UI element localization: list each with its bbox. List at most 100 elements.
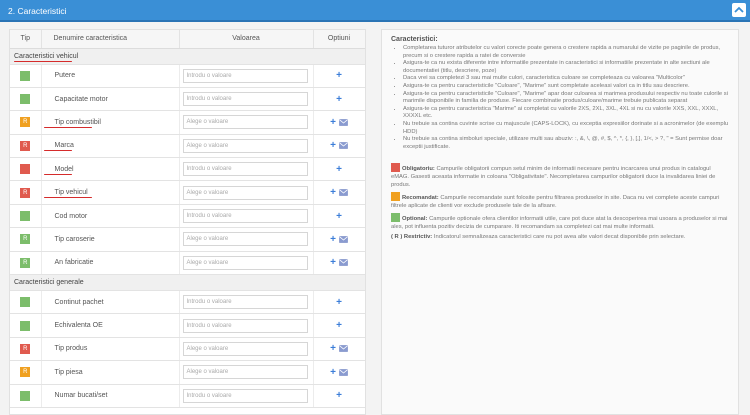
optional-swatch — [391, 213, 400, 223]
plus-icon[interactable]: + — [336, 297, 342, 308]
section-header: 2. Caracteristici — [0, 0, 750, 22]
type-badge — [20, 390, 31, 401]
value-cell: Introdu o valoare — [179, 384, 314, 408]
info-bullet: Nu trebuie sa contina simboluri speciale… — [403, 136, 729, 151]
value-input[interactable]: Alege o valoare — [182, 185, 308, 200]
characteristic-name: Numar bucati/set — [41, 384, 180, 408]
options-cell: + — [313, 110, 365, 135]
value-cell: Introdu o valoare — [179, 313, 314, 338]
value-input[interactable]: Introdu o valoare — [182, 295, 308, 310]
chevron-up-icon — [734, 6, 744, 13]
characteristic-name: Putere — [41, 64, 180, 88]
plus-icon[interactable]: + — [330, 140, 336, 151]
options-cell: + — [313, 360, 365, 385]
plus-icon[interactable]: + — [330, 117, 336, 128]
plus-icon[interactable]: + — [336, 320, 342, 331]
type-badge — [20, 70, 31, 81]
info-title: Caracteristici: — [391, 36, 438, 43]
table-row: Putere Introdu o valoare + — [10, 64, 365, 88]
section-title: Caracteristici generale — [10, 274, 365, 292]
legend: Obligatoriu: Campurile obligatorii compu… — [391, 163, 729, 242]
type-badge — [20, 94, 31, 105]
value-input[interactable]: Alege o valoare — [182, 255, 308, 270]
plus-icon[interactable]: + — [336, 211, 342, 222]
table-row: R Marca Alege o valoare + — [10, 134, 365, 159]
section-row: Caracteristici generale — [10, 274, 365, 292]
options-cell: + — [313, 337, 365, 362]
type-badge — [20, 164, 31, 175]
options-cell: + — [313, 227, 365, 252]
options-cell: + — [313, 180, 365, 205]
table-row: R Tip produs Alege o valoare + — [10, 337, 365, 362]
type-cell — [10, 290, 42, 315]
table-row: Cod motor Introdu o valoare + — [10, 204, 365, 229]
value-input[interactable]: Introdu o valoare — [182, 68, 308, 83]
legend-optional-text: Campurile optionale ofera clientilor inf… — [391, 216, 728, 230]
value-input[interactable]: Introdu o valoare — [182, 388, 308, 403]
info-bullet: Asigura-te ca pentru caracteristicile "C… — [403, 91, 729, 106]
envelope-icon[interactable] — [339, 189, 348, 196]
plus-icon[interactable]: + — [336, 94, 342, 105]
legend-recommended-label: Recomandat: — [402, 195, 439, 202]
characteristic-name: An fabricatie — [41, 251, 180, 276]
value-input[interactable]: Alege o valoare — [182, 341, 308, 356]
value-input[interactable]: Alege o valoare — [182, 365, 308, 380]
value-input[interactable]: Introdu o valoare — [182, 209, 308, 224]
plus-icon[interactable]: + — [330, 367, 336, 378]
value-input[interactable]: Alege o valoare — [182, 232, 308, 247]
collapse-button[interactable] — [732, 3, 746, 17]
type-cell — [10, 204, 42, 229]
info-bullet: Nu trebuie sa contina cuvinte scrise cu … — [403, 121, 729, 136]
type-cell — [10, 87, 42, 112]
legend-optional-label: Optional: — [402, 216, 428, 223]
info-bullet: Daca vrei sa completezi 3 sau mai multe … — [403, 75, 729, 83]
plus-icon[interactable]: + — [336, 164, 342, 175]
type-badge: R — [20, 117, 31, 128]
table-row: R Tip caroserie Alege o valoare + — [10, 227, 365, 252]
value-input[interactable]: Introdu o valoare — [182, 162, 308, 177]
value-input[interactable]: Alege o valoare — [182, 138, 308, 153]
type-cell: R — [10, 180, 42, 205]
envelope-icon[interactable] — [339, 345, 348, 353]
plus-icon[interactable]: + — [330, 234, 336, 245]
plus-icon[interactable]: + — [336, 70, 342, 81]
characteristic-name: Continut pachet — [41, 290, 180, 315]
type-cell: R — [10, 360, 42, 385]
plus-icon[interactable]: + — [330, 257, 336, 268]
info-panel: Caracteristici: Completarea tuturor atri… — [381, 29, 739, 415]
value-cell: Introdu o valoare — [179, 64, 314, 88]
legend-restrictive-label: ( R ) Restrictiv: — [391, 234, 433, 241]
type-cell: R — [10, 227, 42, 252]
envelope-icon[interactable] — [339, 259, 348, 267]
mandatory-swatch — [391, 163, 400, 173]
value-cell: Introdu o valoare — [179, 87, 314, 112]
table-row: Numar bucati/set Introdu o valoare + — [10, 384, 365, 408]
type-badge: R — [20, 367, 31, 378]
envelope-icon[interactable] — [339, 369, 348, 376]
value-input[interactable]: Introdu o valoare — [182, 92, 308, 107]
envelope-icon[interactable] — [339, 119, 348, 126]
type-cell: R — [10, 251, 42, 276]
characteristics-table-wrap: Tip Denumire caracteristica Valoarea Opt… — [9, 29, 366, 415]
characteristic-name: Marca — [41, 134, 180, 159]
options-cell: + — [313, 134, 365, 159]
legend-restrictive: ( R ) Restrictiv: Indicatorul semnalizea… — [391, 234, 729, 242]
characteristic-name: Model — [41, 157, 180, 182]
type-cell: R — [10, 134, 42, 159]
type-badge: R — [20, 343, 31, 354]
options-cell: + — [313, 64, 365, 88]
characteristic-name: Echivalenta OE — [41, 313, 180, 338]
value-input[interactable]: Introdu o valoare — [182, 318, 308, 333]
options-cell: + — [313, 313, 365, 338]
envelope-icon[interactable] — [339, 236, 348, 243]
plus-icon[interactable]: + — [330, 343, 336, 354]
value-cell: Alege o valoare — [179, 337, 314, 362]
type-cell: R — [10, 110, 42, 135]
envelope-icon[interactable] — [339, 142, 348, 150]
plus-icon[interactable]: + — [336, 390, 342, 401]
value-cell: Alege o valoare — [179, 134, 314, 159]
value-input[interactable]: Alege o valoare — [182, 115, 308, 130]
recommended-swatch — [391, 192, 400, 202]
column-header-name: Denumire caracteristica — [41, 30, 180, 49]
plus-icon[interactable]: + — [330, 187, 336, 198]
